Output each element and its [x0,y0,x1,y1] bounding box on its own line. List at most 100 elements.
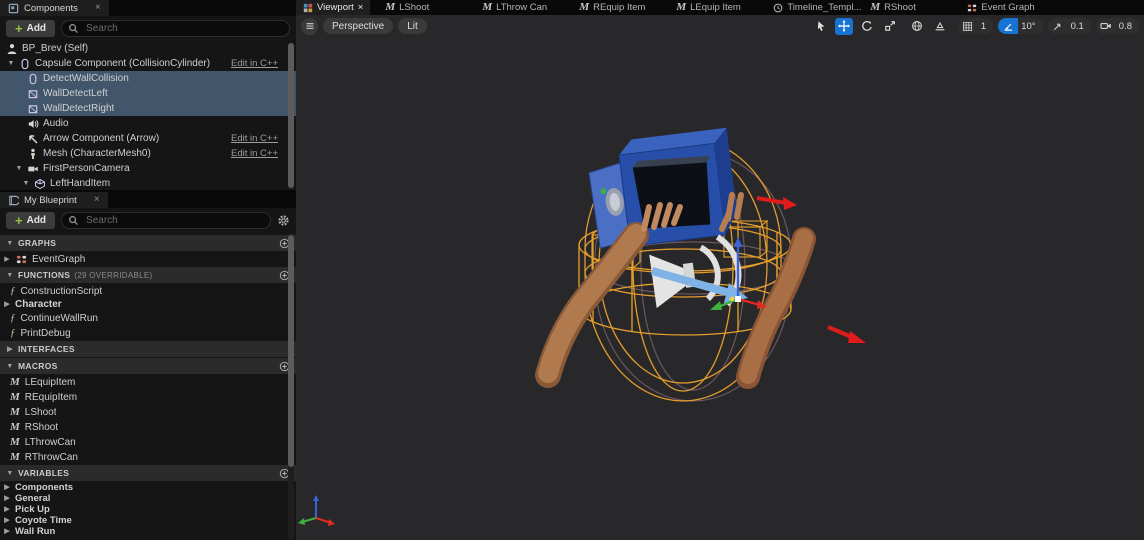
item-label: ContinueWallRun [20,313,98,324]
edit-in-cpp-link[interactable]: Edit in C++ [231,133,278,144]
variable-category-general[interactable]: ▶ General [0,493,296,504]
viewport-options-button[interactable] [301,17,318,35]
tab-lshoot[interactable]: M LShoot [378,0,475,15]
component-row-walldetectright[interactable]: ▼ WallDetectRight [0,101,296,116]
tab-requipitem[interactable]: M REquip Item [572,0,669,15]
gear-icon[interactable] [277,214,290,227]
section-variables[interactable]: ▼ VARIABLES [0,465,296,481]
macro-item-requipitem[interactable]: M REquipItem [0,390,296,405]
component-label: Capsule Component (CollisionCylinder) [35,58,211,69]
component-row-audio[interactable]: ▼ Audio [0,116,296,131]
close-icon[interactable]: × [95,3,101,13]
my-blueprint-scrollbar[interactable] [288,233,294,540]
section-macros[interactable]: ▼ MACROS [0,358,296,374]
grid-snap-control[interactable]: 1 [957,18,994,34]
variable-category-wallrun[interactable]: ▶ Wall Run [0,526,296,537]
tab-my-blueprint[interactable]: My Blueprint × [0,192,108,208]
close-icon[interactable]: × [94,195,100,205]
my-blueprint-search-input[interactable] [84,214,264,227]
capsule-collision-icon [27,73,39,85]
chevron-right-icon[interactable]: ▶ [3,506,11,513]
chevron-down-icon[interactable]: ▼ [22,180,30,187]
actor-icon [6,43,18,55]
macro-item-lshoot[interactable]: M LShoot [0,405,296,420]
surface-snapping-button[interactable] [931,18,949,35]
close-icon[interactable]: × [358,2,364,13]
tab-label: Components [24,2,78,14]
section-functions[interactable]: ▼ FUNCTIONS (29 OVERRIDABLE) [0,267,296,283]
rotation-snap-control[interactable]: 10° [998,18,1043,34]
chevron-right-icon[interactable]: ▶ [3,484,11,491]
chevron-right-icon[interactable]: ▶ [3,528,11,535]
chevron-down-icon: ▼ [6,271,14,279]
chevron-right-icon[interactable]: ▶ [3,301,11,308]
component-row-self[interactable]: BP_Brev (Self) [0,41,296,56]
macro-item-rthrowcan[interactable]: M RThrowCan [0,450,296,465]
component-row-capsule[interactable]: ▼ Capsule Component (CollisionCylinder) … [0,56,296,71]
scale-snap-control[interactable]: 0.1 [1047,18,1091,34]
search-icon [68,23,79,34]
section-label: INTERFACES [18,344,75,354]
world-local-coordinate-button[interactable] [908,18,926,35]
section-interfaces[interactable]: ▶ INTERFACES [0,341,296,357]
left-column: Components × + Add Search BP_Brev (Self)… [0,0,296,540]
add-component-button[interactable]: + Add [6,20,56,37]
lit-mode-button[interactable]: Lit [398,18,427,34]
camera-speed-control[interactable]: 0.8 [1095,18,1139,34]
edit-in-cpp-link[interactable]: Edit in C++ [231,58,278,69]
tab-rshoot[interactable]: M RShoot [863,0,960,15]
graph-item-eventgraph[interactable]: ▶ EventGraph [0,252,296,267]
select-tool-button[interactable] [812,18,830,35]
tab-lthrowcan[interactable]: M LThrow Can [475,0,572,15]
chevron-right-icon[interactable]: ▶ [3,495,11,502]
chevron-right-icon[interactable]: ▶ [3,256,11,263]
component-row-mesh[interactable]: ▼ Mesh (CharacterMesh0) Edit in C++ [0,146,296,161]
add-blueprint-item-button[interactable]: + Add [6,212,56,229]
tab-components[interactable]: Components × [0,0,109,16]
scale-tool-button[interactable] [881,18,899,35]
perspective-label: Perspective [332,20,385,32]
section-label: GRAPHS [18,238,57,248]
tab-label: LEquip Item [690,2,741,13]
tab-label: Viewport [317,2,354,13]
variable-category-pickup[interactable]: ▶ Pick Up [0,504,296,515]
variable-category-coyotetime[interactable]: ▶ Coyote Time [0,515,296,526]
function-icon: ƒ [10,327,16,339]
move-tool-button[interactable] [834,17,853,35]
function-category-character[interactable]: ▶ Character [0,298,296,311]
chevron-down-icon[interactable]: ▼ [15,165,23,172]
macro-item-lthrowcan[interactable]: M LThrowCan [0,435,296,450]
viewport-3d-scene[interactable] [296,37,1144,540]
item-label: ConstructionScript [20,285,103,297]
macro-item-lequipitem[interactable]: M LEquipItem [0,375,296,390]
tab-timeline-template[interactable]: Timeline_Templ... [766,0,863,15]
component-row-lefthanditem[interactable]: ▼ LeftHandItem [0,176,296,190]
function-item-printdebug[interactable]: ƒ PrintDebug [0,326,296,341]
macro-icon: M [10,391,20,403]
lit-label: Lit [407,20,418,32]
function-item-continuewallrun[interactable]: ƒ ContinueWallRun [0,311,296,326]
rotation-snap-value: 10° [1021,20,1036,32]
tab-event-graph[interactable]: Event Graph [960,0,1057,15]
camera-speed-value: 0.8 [1118,20,1132,32]
chevron-down-icon[interactable]: ▼ [7,60,15,67]
tab-lequipitem[interactable]: M LEquip Item [669,0,766,15]
macro-item-rshoot[interactable]: M RShoot [0,420,296,435]
components-search-input[interactable] [84,22,283,35]
chevron-right-icon[interactable]: ▶ [3,517,11,524]
rotate-tool-button[interactable] [858,18,876,35]
component-row-arrow[interactable]: ▼ Arrow Component (Arrow) Edit in C++ [0,131,296,146]
plus-icon: + [15,20,23,36]
section-graphs[interactable]: ▼ GRAPHS [0,235,296,251]
component-label: BP_Brev (Self) [22,43,89,54]
edit-in-cpp-link[interactable]: Edit in C++ [231,148,278,159]
perspective-button[interactable]: Perspective [323,18,394,34]
component-row-firstpersoncamera[interactable]: ▼ FirstPersonCamera [0,161,296,176]
tab-viewport[interactable]: Viewport × [296,0,371,15]
function-item-constructionscript[interactable]: ƒ ConstructionScript [0,284,296,298]
component-row-detectwallcollision[interactable]: ▼ DetectWallCollision [0,71,296,86]
variable-category-components[interactable]: ▶ Components [0,482,296,493]
component-row-walldetectleft[interactable]: ▼ WallDetectLeft [0,86,296,101]
components-scrollbar[interactable] [288,43,294,190]
my-blueprint-tabstrip: My Blueprint × [0,192,296,208]
